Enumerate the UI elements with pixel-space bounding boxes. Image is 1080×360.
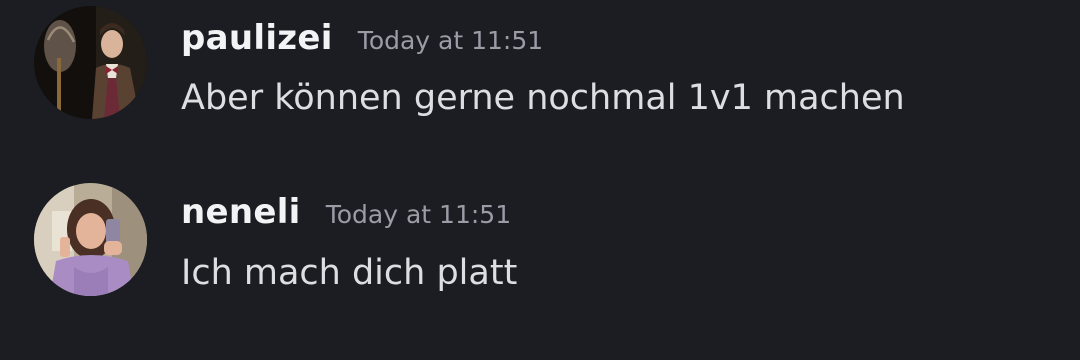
message-content: Aber können gerne nochmal 1v1 machen	[181, 78, 905, 118]
message-content: Ich mach dich platt	[181, 253, 518, 293]
message-header: paulizei Today at 11:51	[181, 18, 543, 58]
user-avatar[interactable]	[34, 183, 147, 296]
chat-message-list: paulizei Today at 11:51 Aber können gern…	[0, 0, 1080, 360]
message-header: neneli Today at 11:51	[181, 192, 511, 232]
avatar-man-icon	[34, 6, 147, 119]
timestamp: Today at 11:51	[325, 200, 512, 229]
timestamp: Today at 11:51	[357, 26, 544, 55]
username[interactable]: neneli	[181, 192, 301, 232]
user-avatar[interactable]	[34, 6, 147, 119]
username[interactable]: paulizei	[181, 18, 333, 58]
avatar-woman-icon	[34, 183, 147, 296]
